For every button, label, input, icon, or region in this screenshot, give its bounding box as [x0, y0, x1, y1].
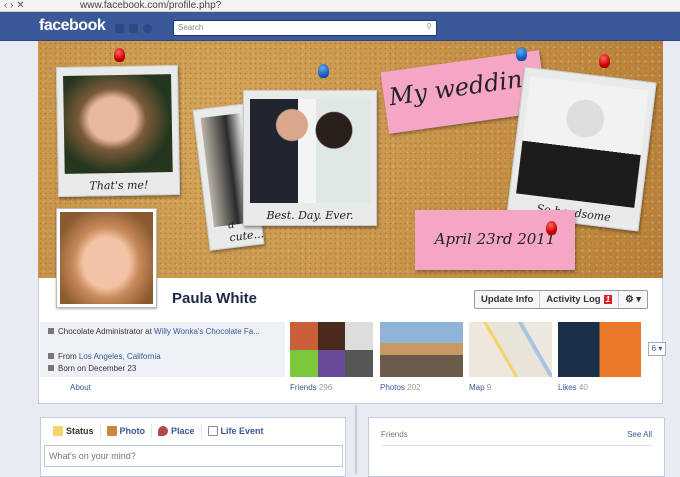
- photo: [250, 99, 370, 203]
- messages-icon[interactable]: [129, 24, 138, 33]
- red-pin-icon: [114, 48, 125, 62]
- profile-info: Chocolate Administrator at Willy Wonka's…: [40, 322, 285, 377]
- note-date: April 23rd 2011: [415, 210, 575, 270]
- photos-section-link[interactable]: Photos 202: [380, 383, 421, 392]
- label: Photos: [380, 383, 405, 392]
- status-icon: [53, 426, 63, 436]
- notifications-icon[interactable]: [143, 24, 152, 33]
- photo: [516, 76, 649, 208]
- blue-pin-icon: [318, 64, 329, 78]
- browser-nav-icons[interactable]: ‹ › ✕: [4, 0, 25, 12]
- work-row: Chocolate Administrator at Willy Wonka's…: [48, 327, 260, 336]
- settings-gear-icon[interactable]: ⚙ ▾: [619, 291, 647, 308]
- friend-requests-icon[interactable]: [115, 24, 124, 33]
- tab-label: Status: [66, 426, 94, 436]
- facebook-logo[interactable]: facebook: [39, 17, 106, 35]
- tab-label: Place: [171, 426, 195, 436]
- caption: That's me!: [89, 178, 149, 193]
- timeline-spine: [355, 405, 357, 474]
- tab-status[interactable]: Status: [47, 424, 101, 438]
- photo-icon: [106, 426, 117, 436]
- map-thumbnail[interactable]: [469, 322, 552, 377]
- more-sections-button[interactable]: 6 ▾: [648, 342, 666, 356]
- calendar-icon: [48, 365, 54, 371]
- home-icon: [48, 353, 54, 359]
- red-pin-icon: [599, 54, 610, 68]
- see-all-link[interactable]: See All: [627, 430, 652, 439]
- tab-place[interactable]: Place: [152, 424, 202, 438]
- search-placeholder: Search: [178, 23, 204, 32]
- friends-box-title: Friends: [381, 430, 408, 439]
- activity-log-label: Activity Log: [546, 294, 601, 305]
- label: Map: [469, 383, 485, 392]
- place-icon: [158, 426, 169, 436]
- activity-badge: 1: [603, 295, 613, 304]
- photos-thumbnail[interactable]: [380, 322, 463, 377]
- count: 9: [486, 383, 492, 392]
- polaroid-so-handsome: So handsome: [506, 66, 657, 232]
- browser-bar: ‹ › ✕ www.facebook.com/profile.php?: [0, 0, 680, 12]
- from-link[interactable]: Los Angeles, California: [79, 352, 161, 361]
- label: Friends: [290, 383, 317, 392]
- tab-label: Photo: [119, 426, 146, 436]
- status-input[interactable]: What's on your mind?: [44, 445, 343, 467]
- work-link[interactable]: Willy Wonka's Chocolate Fa...: [154, 327, 260, 336]
- count: 202: [407, 383, 421, 392]
- status-composer: Status Photo Place Life Event What's on …: [40, 417, 346, 477]
- count: 40: [578, 383, 588, 392]
- born-row: Born on December 23: [48, 364, 137, 373]
- about-link[interactable]: About: [70, 383, 91, 392]
- update-info-button[interactable]: Update Info: [475, 291, 541, 308]
- from-row: From Los Angeles, California: [48, 352, 161, 361]
- search-icon[interactable]: ⚲: [426, 22, 432, 31]
- red-pin-icon: [546, 221, 557, 235]
- likes-section-link[interactable]: Likes 40: [558, 383, 588, 392]
- activity-log-button[interactable]: Activity Log 1: [540, 291, 620, 308]
- profile-actions: Update Info Activity Log 1 ⚙ ▾: [474, 290, 649, 309]
- tab-label: Life Event: [220, 426, 264, 436]
- count: 296: [318, 383, 333, 392]
- briefcase-icon: [48, 328, 54, 334]
- from-text: From: [58, 352, 79, 361]
- life-event-icon: [207, 426, 218, 436]
- polaroid-thats-me: That's me!: [55, 64, 181, 198]
- blue-pin-icon: [516, 47, 527, 61]
- friends-section-link[interactable]: Friends 296: [290, 383, 332, 392]
- divider: [381, 445, 652, 446]
- search-input[interactable]: Search ⚲: [173, 20, 437, 36]
- polaroid-best-day: Best. Day. Ever.: [243, 90, 377, 226]
- friends-box: Friends See All: [368, 417, 665, 477]
- tab-photo[interactable]: Photo: [101, 424, 153, 438]
- tab-life-event[interactable]: Life Event: [202, 424, 270, 438]
- born-text: Born on December 23: [58, 364, 137, 373]
- friends-thumbnail[interactable]: [290, 322, 373, 377]
- profile-picture[interactable]: [56, 208, 157, 308]
- likes-thumbnail[interactable]: [558, 322, 641, 377]
- photo: [63, 74, 173, 174]
- map-section-link[interactable]: Map 9: [469, 383, 491, 392]
- label: Likes: [558, 383, 577, 392]
- profile-name[interactable]: Paula White: [172, 290, 257, 307]
- caption: Best. Day. Ever.: [266, 209, 354, 222]
- url-bar[interactable]: www.facebook.com/profile.php?: [80, 0, 221, 12]
- work-text: Chocolate Administrator at: [58, 327, 155, 336]
